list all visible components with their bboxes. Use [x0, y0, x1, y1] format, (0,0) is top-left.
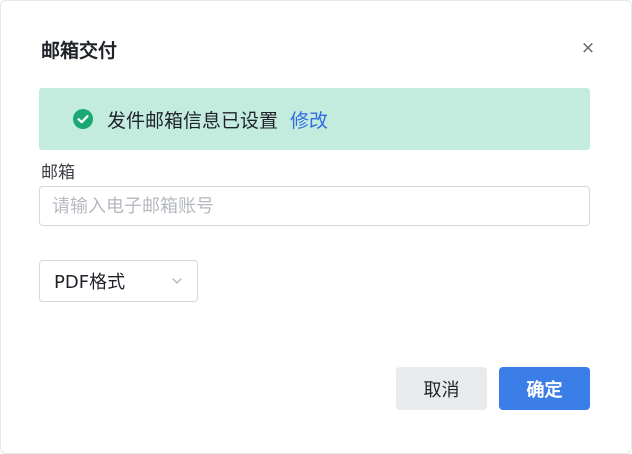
- chevron-down-icon: [172, 278, 182, 284]
- cancel-button[interactable]: 取消: [396, 367, 487, 410]
- close-button[interactable]: ×: [577, 37, 599, 59]
- status-notice: 发件邮箱信息已设置 修改: [39, 88, 590, 150]
- email-delivery-dialog: 邮箱交付 × 发件邮箱信息已设置 修改 邮箱 PDF格式 取消 确定: [0, 0, 632, 454]
- email-field-label: 邮箱: [41, 163, 75, 183]
- notice-text: 发件邮箱信息已设置: [107, 109, 279, 132]
- dialog-title: 邮箱交付: [41, 40, 118, 62]
- close-icon: ×: [580, 37, 596, 58]
- format-select-value: PDF格式: [54, 272, 126, 293]
- modify-link[interactable]: 修改: [290, 106, 328, 133]
- confirm-button[interactable]: 确定: [499, 367, 590, 410]
- format-select[interactable]: PDF格式: [39, 260, 198, 302]
- check-circle-icon: [73, 109, 93, 129]
- email-input[interactable]: [39, 186, 590, 226]
